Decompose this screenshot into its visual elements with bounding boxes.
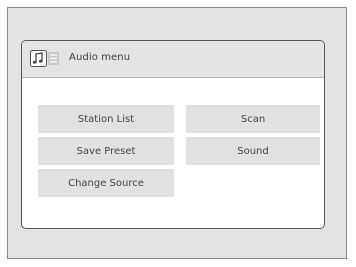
audio-source-icon xyxy=(30,50,59,67)
sound-button[interactable]: Sound xyxy=(186,137,320,165)
audio-menu-screen: Audio menu Station List Scan Save Preset… xyxy=(21,40,325,229)
save-preset-button[interactable]: Save Preset xyxy=(38,137,174,165)
change-source-button[interactable]: Change Source xyxy=(38,169,174,197)
station-list-button[interactable]: Station List xyxy=(38,105,174,133)
menu-title: Audio menu xyxy=(69,52,131,63)
scan-button[interactable]: Scan xyxy=(186,105,320,133)
menu-header: Audio menu xyxy=(22,41,324,78)
